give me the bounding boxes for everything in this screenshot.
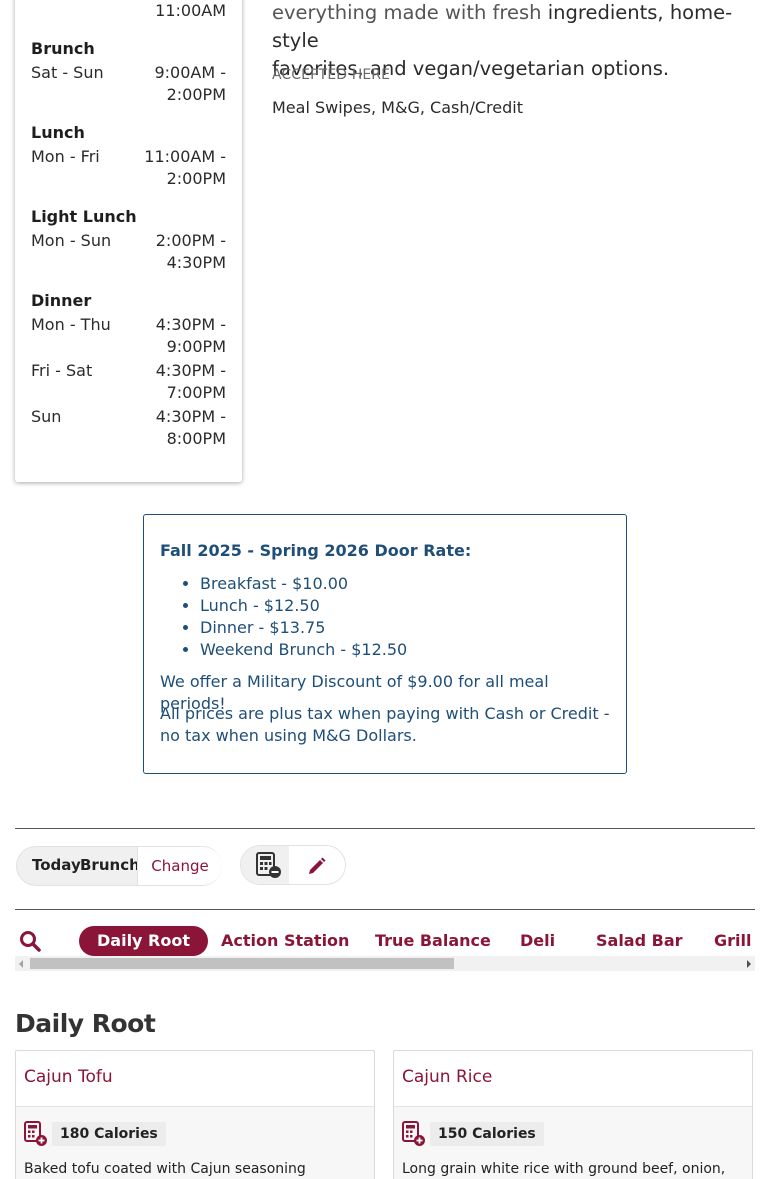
- hours-time: 2:00PM -: [155, 231, 226, 250]
- nutrition-calculator-icon: [256, 852, 281, 878]
- date-meal-selector: Today Brunch Change: [16, 846, 222, 886]
- scroll-left-arrow[interactable]: [19, 960, 23, 968]
- door-rate-box: Fall 2025 - Spring 2026 Door Rate: Break…: [143, 514, 627, 774]
- hours-time: 4:30PM -: [155, 315, 226, 334]
- hours-time: 9:00AM -: [154, 63, 226, 82]
- door-rate-item: Weekend Brunch - $12.50: [200, 639, 407, 661]
- hours-time: 4:30PM -: [155, 407, 226, 426]
- station-heading: Daily Root: [15, 1009, 156, 1038]
- hours-time: 9:00PM: [166, 337, 226, 356]
- hours-time: 2:00PM: [166, 169, 226, 188]
- hours-time: 2:00PM: [166, 85, 226, 104]
- scroll-right-arrow[interactable]: [747, 960, 751, 968]
- search-icon[interactable]: [19, 930, 41, 952]
- menu-item-name[interactable]: Cajun Tofu: [24, 1067, 113, 1087]
- door-rate-item: Dinner - $13.75: [200, 617, 407, 639]
- scroll-thumb[interactable]: [30, 958, 454, 969]
- tab-action-station[interactable]: Action Station: [221, 926, 349, 956]
- accepted-value: Meal Swipes, M&G, Cash/Credit: [272, 98, 523, 117]
- selected-meal: Brunch: [80, 856, 140, 874]
- menu-item-name[interactable]: Cajun Rice: [402, 1067, 492, 1087]
- tab-grill[interactable]: Grill: [714, 926, 751, 956]
- add-to-calculator-icon[interactable]: [402, 1121, 426, 1147]
- tab-deli[interactable]: Deli: [520, 926, 555, 956]
- tab-true-balance[interactable]: True Balance: [375, 926, 491, 956]
- menu-item-header: Cajun Rice: [394, 1051, 752, 1107]
- divider: [15, 828, 755, 829]
- tab-salad-bar[interactable]: Salad Bar: [596, 926, 683, 956]
- horizontal-scrollbar[interactable]: [15, 956, 755, 971]
- menu-item-body: 180 Calories Baked tofu coated with Caju…: [16, 1107, 374, 1179]
- hours-days: Sun: [31, 407, 62, 426]
- hours-card: 11:00AM Brunch Sat - Sun 9:00AM - 2:00PM…: [15, 0, 242, 482]
- menu-item-card: Cajun Rice 150 Calories Long grain white…: [393, 1050, 753, 1179]
- hours-days: Fri - Sat: [31, 361, 93, 380]
- nutrition-calculator-button[interactable]: [241, 846, 289, 884]
- hours-period-brunch: Brunch: [31, 39, 95, 58]
- hours-time: 8:00PM: [166, 429, 226, 448]
- hours-days: Mon - Fri: [31, 147, 100, 166]
- edit-button[interactable]: [289, 846, 345, 884]
- menu-item-header: Cajun Tofu: [16, 1051, 374, 1107]
- hours-time: 11:00AM -: [144, 147, 226, 166]
- hours-days: Sat - Sun: [31, 63, 104, 82]
- tax-note: All prices are plus tax when paying with…: [160, 704, 610, 745]
- accepted-label: ACCEPTED HERE: [272, 67, 391, 83]
- divider: [15, 909, 755, 910]
- hours-days: Mon - Thu: [31, 315, 111, 334]
- description-text: everything made with fresh: [272, 1, 542, 24]
- hours-period-lunch: Lunch: [31, 123, 85, 142]
- menu-item-description: Baked tofu coated with Cajun seasoning: [24, 1161, 306, 1177]
- door-rate-title: Fall 2025 - Spring 2026 Door Rate:: [160, 541, 472, 560]
- calories-badge: 180 Calories: [52, 1122, 166, 1146]
- hours-time: 7:00PM: [166, 383, 226, 402]
- hours-time: 4:30PM -: [155, 361, 226, 380]
- hours-time: 4:30PM: [166, 253, 226, 272]
- door-rate-item: Breakfast - $10.00: [200, 573, 407, 595]
- hours-days: Mon - Sun: [31, 231, 112, 250]
- pencil-icon: [309, 857, 326, 874]
- door-rate-item: Lunch - $12.50: [200, 595, 407, 617]
- menu-item-description: Long grain white rice with ground beef, …: [402, 1161, 726, 1177]
- hours-time: 11:00AM: [155, 1, 226, 20]
- menu-item-card: Cajun Tofu 180 Calories Baked tofu coate…: [15, 1050, 375, 1179]
- hours-period-dinner: Dinner: [31, 291, 92, 310]
- menu-item-body: 150 Calories Long grain white rice with …: [394, 1107, 752, 1179]
- hours-period-light-lunch: Light Lunch: [31, 207, 137, 226]
- add-to-calculator-icon[interactable]: [24, 1121, 48, 1147]
- tool-buttons: [240, 845, 346, 885]
- selected-date: Today: [32, 856, 81, 874]
- door-rate-list: Breakfast - $10.00 Lunch - $12.50 Dinner…: [200, 573, 407, 661]
- tab-daily-root[interactable]: Daily Root: [79, 926, 208, 956]
- calories-badge: 150 Calories: [430, 1122, 544, 1146]
- change-button[interactable]: Change: [137, 847, 222, 885]
